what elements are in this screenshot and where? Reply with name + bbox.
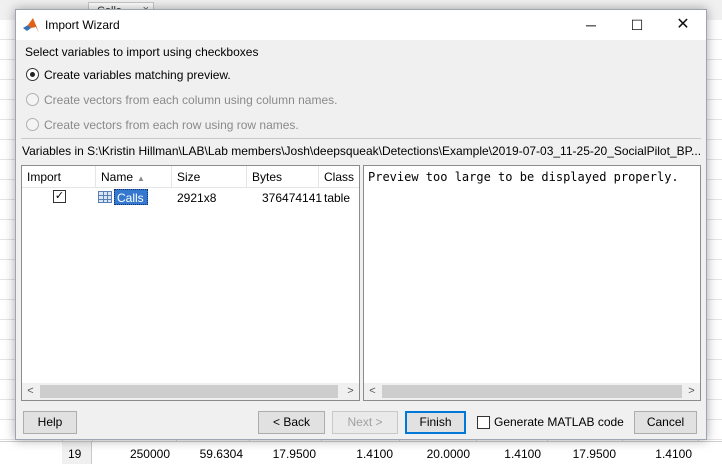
- table-row[interactable]: ✓ Calls 2921x8 376474141 table: [22, 188, 359, 208]
- import-checkbox[interactable]: ✓: [53, 190, 66, 203]
- variable-class: table: [324, 191, 351, 205]
- column-header-size[interactable]: Size: [172, 166, 247, 188]
- table-cell: 17.9500: [272, 447, 316, 461]
- table-header: Import Name ▲ Size Bytes Class: [22, 166, 359, 188]
- cancel-button[interactable]: Cancel: [634, 411, 697, 434]
- radio-column-vectors[interactable]: Create vectors from each column using co…: [26, 91, 686, 109]
- matlab-logo-icon: [23, 18, 39, 36]
- finish-button[interactable]: Finish: [405, 411, 466, 434]
- table-cell: 17.9500: [572, 447, 616, 461]
- table-cell: 1.4100: [356, 447, 393, 461]
- instruction-label: Select variables to import using checkbo…: [25, 45, 259, 59]
- radio-selected-icon[interactable]: [26, 68, 39, 81]
- radio-label: Create vectors from each column using co…: [44, 93, 338, 107]
- table-horizontal-scrollbar[interactable]: < >: [22, 383, 359, 400]
- help-button[interactable]: Help: [23, 411, 77, 434]
- preview-horizontal-scrollbar[interactable]: < >: [364, 383, 700, 400]
- scroll-thumb[interactable]: [40, 385, 338, 398]
- divider: [21, 138, 701, 139]
- table-cell: 250000: [129, 447, 170, 461]
- background-table-row: 19 250000 59.6304 17.9500 1.4100 20.0000…: [0, 441, 722, 464]
- radio-label: Create vectors from each row using row n…: [44, 118, 299, 132]
- generate-code-label: Generate MATLAB code: [494, 415, 624, 429]
- scroll-right-icon[interactable]: >: [683, 383, 700, 400]
- preview-pane: Preview too large to be displayed proper…: [363, 165, 701, 401]
- variable-bytes: 376474141: [262, 191, 323, 205]
- variables-table: Import Name ▲ Size Bytes Class ✓ Calls 29…: [21, 165, 360, 401]
- preview-message: Preview too large to be displayed proper…: [368, 170, 679, 184]
- radio-create-variables[interactable]: Create variables matching preview.: [26, 66, 686, 84]
- radio-unselected-icon[interactable]: [26, 118, 39, 131]
- back-button[interactable]: < Back: [258, 411, 325, 434]
- variable-size: 2921x8: [177, 191, 217, 205]
- table-cell: 1.4100: [504, 447, 541, 461]
- column-header-class[interactable]: Class: [319, 166, 359, 188]
- title-bar[interactable]: Import Wizard ─ ☐ ✕: [16, 10, 706, 40]
- radio-unselected-icon[interactable]: [26, 93, 39, 106]
- next-button[interactable]: Next >: [332, 411, 398, 434]
- scroll-left-icon[interactable]: <: [22, 383, 39, 400]
- variables-path-label: Variables in S:\Kristin Hillman\LAB\Lab …: [22, 144, 702, 158]
- maximize-button[interactable]: ☐: [614, 10, 660, 40]
- table-variable-icon: [98, 191, 112, 203]
- column-header-import[interactable]: Import: [22, 166, 96, 188]
- generate-code-checkbox[interactable]: [477, 416, 490, 429]
- scroll-left-icon[interactable]: <: [364, 383, 381, 400]
- row-index: 19: [62, 442, 92, 464]
- table-cell: 1.4100: [655, 447, 692, 461]
- dialog-title: Import Wizard: [45, 18, 120, 32]
- variable-name[interactable]: Calls: [114, 189, 148, 205]
- table-cell: 59.6304: [199, 447, 243, 461]
- radio-row-vectors[interactable]: Create vectors from each row using row n…: [26, 116, 686, 134]
- column-header-bytes[interactable]: Bytes: [247, 166, 319, 188]
- scroll-right-icon[interactable]: >: [342, 383, 359, 400]
- table-cell: 20.0000: [426, 447, 470, 461]
- column-header-name[interactable]: Name ▲: [96, 166, 172, 188]
- import-options-panel: Select variables to import using checkbo…: [21, 44, 701, 144]
- scroll-thumb[interactable]: [382, 385, 682, 398]
- sort-ascending-icon: ▲: [137, 174, 145, 183]
- import-wizard-dialog: Import Wizard ─ ☐ ✕ Select variables to …: [15, 9, 707, 440]
- close-button[interactable]: ✕: [660, 10, 706, 40]
- minimize-button[interactable]: ─: [568, 10, 614, 40]
- radio-label: Create variables matching preview.: [44, 68, 231, 82]
